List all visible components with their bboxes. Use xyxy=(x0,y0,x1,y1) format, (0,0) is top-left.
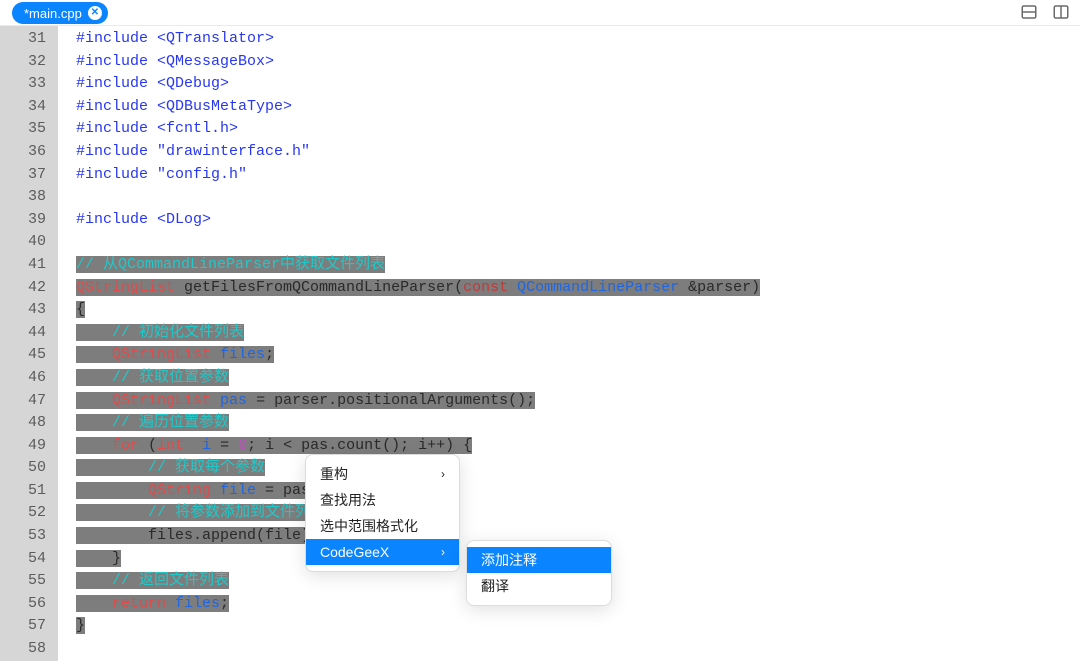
code-line[interactable]: QString file = pas.at(i); xyxy=(76,480,1080,503)
code-line[interactable]: // 获取位置参数 xyxy=(76,367,1080,390)
line-number: 33 xyxy=(0,73,46,96)
code-line[interactable]: #include <QDBusMetaType> xyxy=(76,96,1080,119)
code-line[interactable]: { xyxy=(76,299,1080,322)
code-line[interactable]: QStringList getFilesFromQCommandLinePars… xyxy=(76,277,1080,300)
line-number-gutter: 3132333435363738394041424344454647484950… xyxy=(0,26,58,661)
file-tab-label: *main.cpp xyxy=(24,6,82,21)
split-horizontal-icon[interactable] xyxy=(1020,3,1038,26)
code-line[interactable]: // 将参数添加到文件列表中 xyxy=(76,502,1080,525)
line-number: 35 xyxy=(0,118,46,141)
menu-item-label: 查找用法 xyxy=(320,490,376,510)
line-number: 54 xyxy=(0,548,46,571)
menu-item[interactable]: CodeGeeX › xyxy=(306,539,459,565)
tab-bar: *main.cpp ✕ xyxy=(0,0,1080,26)
menu-item-label: 选中范围格式化 xyxy=(320,516,418,536)
line-number: 46 xyxy=(0,367,46,390)
menu-item[interactable]: 查找用法 xyxy=(306,487,459,513)
line-number: 42 xyxy=(0,277,46,300)
code-line[interactable]: QStringList pas = parser.positionalArgum… xyxy=(76,390,1080,413)
code-line[interactable]: #include "config.h" xyxy=(76,164,1080,187)
line-number: 49 xyxy=(0,435,46,458)
menu-item[interactable]: 选中范围格式化 xyxy=(306,513,459,539)
line-number: 36 xyxy=(0,141,46,164)
code-line[interactable]: // 获取每个参数 xyxy=(76,457,1080,480)
line-number: 45 xyxy=(0,344,46,367)
line-number: 43 xyxy=(0,299,46,322)
line-number: 31 xyxy=(0,28,46,51)
line-number: 57 xyxy=(0,615,46,638)
code-line[interactable]: QStringList files; xyxy=(76,344,1080,367)
split-vertical-icon[interactable] xyxy=(1052,3,1070,26)
code-line[interactable]: #include <DLog> xyxy=(76,209,1080,232)
file-tab[interactable]: *main.cpp ✕ xyxy=(12,2,108,24)
code-line[interactable]: // 遍历位置参数 xyxy=(76,412,1080,435)
line-number: 37 xyxy=(0,164,46,187)
code-line[interactable]: #include <QTranslator> xyxy=(76,28,1080,51)
line-number: 55 xyxy=(0,570,46,593)
line-number: 32 xyxy=(0,51,46,74)
code-line[interactable]: #include <QDebug> xyxy=(76,73,1080,96)
chevron-right-icon: › xyxy=(441,545,445,559)
code-line[interactable] xyxy=(76,231,1080,254)
menu-item-label: CodeGeeX xyxy=(320,544,389,560)
line-number: 50 xyxy=(0,457,46,480)
line-number: 51 xyxy=(0,480,46,503)
code-line[interactable]: #include "drawinterface.h" xyxy=(76,141,1080,164)
code-line[interactable] xyxy=(76,186,1080,209)
context-menu[interactable]: 重构 › 查找用法选中范围格式化 CodeGeeX › xyxy=(305,454,460,572)
line-number: 58 xyxy=(0,638,46,661)
menu-item-label: 翻译 xyxy=(481,576,509,596)
line-number: 34 xyxy=(0,96,46,119)
menu-item[interactable]: 添加注释 xyxy=(467,547,611,573)
toolbar-right xyxy=(1020,3,1070,26)
code-line[interactable]: for (int i = 0; i < pas.count(); i++) { xyxy=(76,435,1080,458)
code-line[interactable]: #include <fcntl.h> xyxy=(76,118,1080,141)
menu-item-label: 添加注释 xyxy=(481,550,537,570)
menu-item[interactable]: 翻译 xyxy=(467,573,611,599)
code-line[interactable]: // 初始化文件列表 xyxy=(76,322,1080,345)
menu-item-label: 重构 xyxy=(320,464,348,484)
line-number: 39 xyxy=(0,209,46,232)
line-number: 53 xyxy=(0,525,46,548)
line-number: 52 xyxy=(0,502,46,525)
line-number: 47 xyxy=(0,390,46,413)
code-line[interactable]: #include <QMessageBox> xyxy=(76,51,1080,74)
code-line[interactable] xyxy=(76,638,1080,661)
chevron-right-icon: › xyxy=(441,467,445,481)
context-submenu[interactable]: 添加注释翻译 xyxy=(466,540,612,606)
line-number: 56 xyxy=(0,593,46,616)
line-number: 48 xyxy=(0,412,46,435)
close-icon[interactable]: ✕ xyxy=(88,6,102,20)
code-line[interactable]: } xyxy=(76,615,1080,638)
line-number: 40 xyxy=(0,231,46,254)
line-number: 44 xyxy=(0,322,46,345)
line-number: 38 xyxy=(0,186,46,209)
menu-item[interactable]: 重构 › xyxy=(306,461,459,487)
code-line[interactable]: // 从QCommandLineParser中获取文件列表 xyxy=(76,254,1080,277)
line-number: 41 xyxy=(0,254,46,277)
